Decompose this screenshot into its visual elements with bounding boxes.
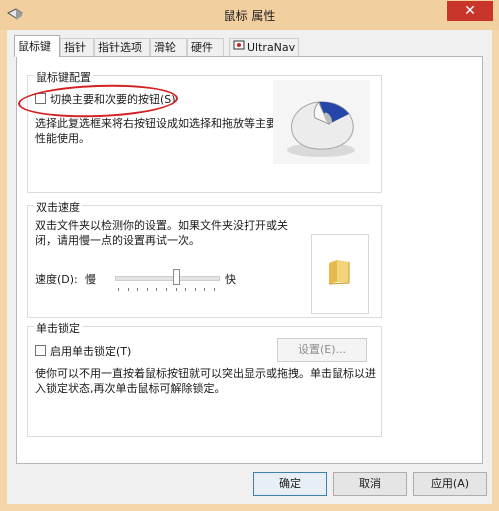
slider-tick	[146, 288, 148, 291]
double-click-description-1: 双击文件夹以检测你的设置。如果文件夹没打开或关	[35, 219, 288, 232]
ultranav-icon	[233, 39, 245, 57]
tab-label: 指针选项	[98, 41, 142, 54]
double-click-speed-slider[interactable]	[172, 269, 180, 285]
switch-buttons-description-1: 选择此复选框来将右按钮设成如选择和拖放等主要	[35, 117, 277, 130]
slider-tick	[166, 288, 167, 291]
tab-pointers[interactable]: 指针	[60, 38, 94, 56]
tab-label: 鼠标键	[18, 40, 51, 53]
tab-wheel[interactable]: 滑轮	[150, 38, 187, 56]
double-click-speed-track[interactable]	[115, 276, 220, 281]
click-lock-settings-button[interactable]: 设置(E)...	[277, 338, 367, 362]
tab-pointer-options[interactable]: 指针选项	[94, 38, 150, 56]
tab-label: UltraNav	[247, 41, 296, 54]
slider-tick	[175, 288, 177, 291]
switch-buttons-checkbox[interactable]	[35, 93, 46, 104]
click-lock-label[interactable]: 启用单击锁定(T)	[50, 343, 131, 359]
slider-tick	[214, 288, 215, 291]
click-lock-description-2: 入锁定状态,再次单击鼠标可解除锁定。	[35, 382, 226, 395]
group-title: 鼠标键配置	[34, 69, 93, 85]
window-title: 鼠标 属性	[223, 9, 276, 23]
slider-tick	[185, 288, 187, 291]
tab-label: 硬件	[191, 41, 213, 54]
group-title: 双击速度	[34, 199, 82, 215]
tab-label: 滑轮	[154, 41, 176, 54]
folder-icon[interactable]	[327, 258, 352, 285]
switch-buttons-description-2: 性能使用。	[35, 132, 90, 145]
cancel-button[interactable]: 取消	[333, 472, 407, 496]
speed-label: 速度(D):	[35, 273, 78, 286]
ok-button[interactable]: 确定	[253, 472, 327, 496]
click-lock-checkbox[interactable]	[35, 345, 46, 356]
close-button[interactable]: ✕	[447, 1, 493, 21]
tab-label: 指针	[64, 41, 86, 54]
title-bar: 鼠标 属性 ✕	[0, 0, 499, 30]
slider-tick	[204, 288, 206, 291]
slider-tick	[156, 288, 158, 291]
slider-tick	[137, 288, 139, 291]
test-area[interactable]	[311, 234, 369, 314]
fast-label: 快	[225, 273, 236, 286]
apply-button[interactable]: 应用(A)	[413, 472, 487, 496]
switch-buttons-label[interactable]: 切换主要和次要的按钮(S)	[50, 91, 176, 107]
click-lock-description-1: 使你可以不用一直按着鼠标按钮就可以突出显示或拖拽。单击鼠标以进	[35, 367, 376, 380]
slider-tick	[127, 288, 129, 291]
tab-buttons[interactable]: 鼠标键	[14, 35, 60, 57]
slider-tick	[194, 288, 196, 291]
mouse-illustration	[273, 80, 370, 164]
slow-label: 慢	[85, 273, 96, 286]
tab-hardware[interactable]: 硬件	[187, 38, 224, 56]
double-click-description-2: 闭，请用慢一点的设置再试一次。	[35, 234, 200, 247]
group-title: 单击锁定	[34, 320, 82, 336]
tab-ultranav[interactable]: UltraNav	[229, 38, 299, 56]
slider-tick	[118, 288, 119, 291]
